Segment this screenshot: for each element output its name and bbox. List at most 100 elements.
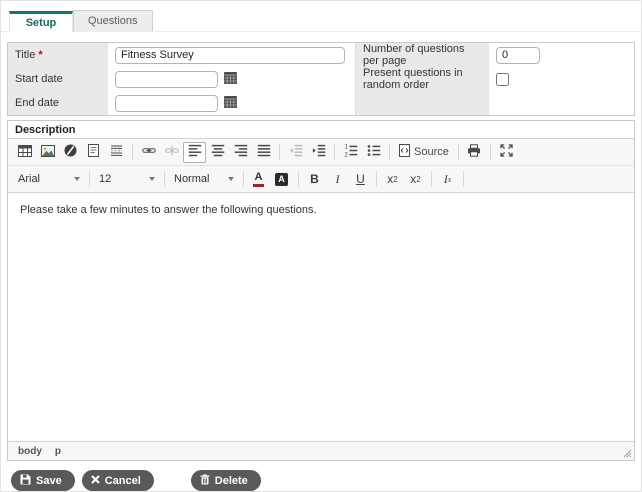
outdent-icon	[289, 144, 303, 160]
maximize-button[interactable]	[495, 142, 518, 163]
align-left-button[interactable]	[183, 142, 206, 163]
paragraph-format-value: Normal	[174, 173, 209, 185]
questions-per-page-label: Number of questions per page	[355, 43, 489, 67]
font-name-dropdown[interactable]: Arial	[13, 170, 85, 189]
chevron-down-icon	[228, 177, 234, 181]
bold-button[interactable]: B	[303, 169, 326, 190]
page-break-button[interactable]	[105, 142, 128, 163]
description-section: Description 12	[7, 120, 635, 461]
align-justify-button[interactable]	[252, 142, 275, 163]
start-date-label: Start date	[8, 67, 108, 91]
link-icon	[142, 144, 156, 160]
editor-toolbar-row1: 12 Source	[8, 139, 634, 166]
paragraph-format-dropdown[interactable]: Normal	[169, 170, 239, 189]
description-label: Description	[8, 121, 634, 138]
flash-icon	[64, 144, 77, 160]
chevron-down-icon	[74, 177, 80, 181]
save-button-label: Save	[36, 475, 62, 487]
templates-button[interactable]	[82, 142, 105, 163]
page-break-icon	[110, 144, 123, 160]
print-button[interactable]	[463, 142, 486, 163]
underline-button[interactable]: U	[349, 169, 372, 190]
delete-button-label: Delete	[215, 475, 248, 487]
unlink-button[interactable]	[160, 142, 183, 163]
maximize-icon	[500, 144, 513, 160]
end-date-input[interactable]	[115, 95, 218, 112]
source-icon	[399, 144, 410, 160]
align-justify-icon	[257, 144, 271, 160]
align-center-icon	[211, 144, 225, 160]
align-right-button[interactable]	[229, 142, 252, 163]
remove-format-button[interactable]: Ix	[436, 169, 459, 190]
save-button[interactable]: Save	[11, 470, 75, 491]
title-label: Title *	[8, 43, 108, 67]
start-date-input[interactable]	[115, 71, 218, 88]
align-center-button[interactable]	[206, 142, 229, 163]
italic-button[interactable]: I	[326, 169, 349, 190]
svg-text:2: 2	[344, 152, 348, 157]
indent-icon	[312, 144, 326, 160]
insert-image-button[interactable]	[36, 142, 59, 163]
cancel-button-label: Cancel	[105, 475, 141, 487]
cancel-button[interactable]: Cancel	[82, 470, 154, 491]
template-icon	[88, 144, 99, 160]
tab-questions[interactable]: Questions	[73, 10, 153, 31]
source-button[interactable]: Source	[394, 143, 454, 162]
chevron-down-icon	[149, 177, 155, 181]
editor-toolbar-row2: Arial 12 Normal A	[8, 166, 634, 193]
print-icon	[467, 144, 481, 160]
title-input[interactable]	[115, 47, 345, 64]
tab-setup[interactable]: Setup	[9, 11, 73, 32]
required-marker: *	[38, 49, 42, 61]
ordered-list-icon: 12	[344, 144, 358, 160]
start-date-calendar-button[interactable]	[223, 72, 238, 86]
insert-table-button[interactable]	[13, 142, 36, 163]
element-path-p[interactable]: p	[55, 446, 61, 457]
action-button-row: Save Cancel Delete	[11, 470, 641, 491]
table-icon	[18, 145, 32, 160]
image-icon	[41, 145, 55, 160]
bullet-list-icon	[367, 144, 381, 160]
editor-status-bar: body p	[8, 441, 634, 460]
save-icon	[20, 474, 31, 488]
element-path-body[interactable]: body	[18, 446, 42, 457]
random-order-checkbox[interactable]	[496, 73, 509, 86]
calendar-icon	[224, 96, 237, 111]
ordered-list-button[interactable]: 12	[339, 142, 362, 163]
rich-text-editor: 12 Source Arial 12	[8, 138, 634, 460]
align-right-icon	[234, 144, 248, 160]
source-button-label: Source	[414, 146, 449, 158]
survey-setup-page: Setup Questions Title * Number of questi…	[0, 0, 642, 492]
superscript-button[interactable]: x2	[404, 169, 427, 190]
resize-grip-icon[interactable]	[622, 448, 632, 458]
setup-form: Title * Number of questions per page Sta…	[7, 42, 635, 116]
questions-per-page-input[interactable]	[496, 47, 540, 64]
flash-button[interactable]	[59, 142, 82, 163]
tab-bar: Setup Questions	[1, 1, 641, 32]
end-date-label: End date	[8, 91, 108, 115]
font-name-value: Arial	[18, 173, 40, 185]
background-color-button[interactable]: A	[271, 169, 294, 190]
svg-text:1: 1	[344, 145, 348, 151]
delete-button[interactable]: Delete	[191, 470, 261, 491]
cancel-icon	[91, 475, 100, 487]
align-left-icon	[188, 144, 202, 160]
subscript-button[interactable]: x2	[381, 169, 404, 190]
end-date-calendar-button[interactable]	[223, 96, 238, 110]
editor-paragraph: Please take a few minutes to answer the …	[20, 204, 622, 216]
font-size-value: 12	[99, 173, 111, 185]
link-button[interactable]	[137, 142, 160, 163]
unlink-icon	[165, 144, 179, 160]
background-color-icon: A	[275, 173, 288, 186]
indent-button[interactable]	[307, 142, 330, 163]
delete-icon	[200, 474, 210, 488]
outdent-button[interactable]	[284, 142, 307, 163]
calendar-icon	[224, 72, 237, 87]
bullet-list-button[interactable]	[362, 142, 385, 163]
text-color-button[interactable]: A	[248, 169, 271, 190]
tab-setup-label: Setup	[26, 17, 57, 29]
font-size-dropdown[interactable]: 12	[94, 170, 160, 189]
editor-content[interactable]: Please take a few minutes to answer the …	[8, 193, 634, 441]
random-order-label: Present questions in random order	[355, 67, 489, 91]
tab-questions-label: Questions	[88, 15, 138, 27]
